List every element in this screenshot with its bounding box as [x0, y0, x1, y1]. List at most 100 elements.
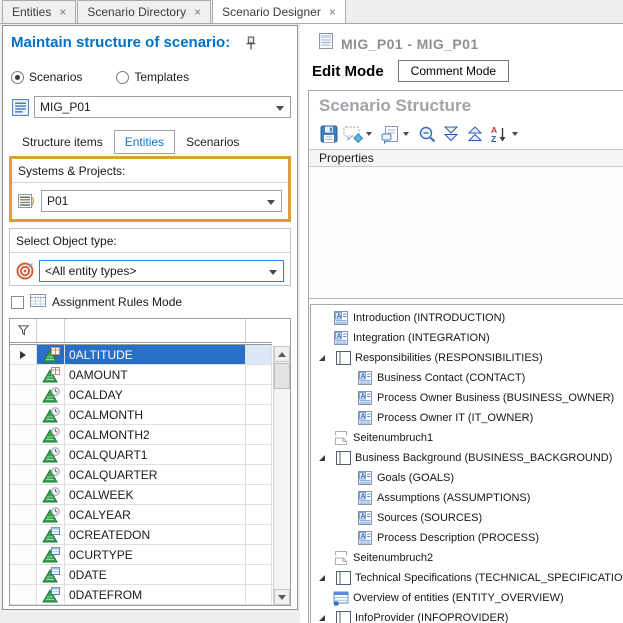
name-column-header[interactable] [65, 319, 246, 342]
left-tab[interactable]: Scenarios [175, 130, 250, 154]
entity-row[interactable]: 0DATE [10, 565, 272, 585]
entity-extra-cell [246, 345, 272, 365]
object-type-combo[interactable]: <All entity types> [39, 260, 284, 282]
entity-type-icon [42, 427, 59, 443]
entity-row[interactable]: 0CALYEAR [10, 505, 272, 525]
tree-item[interactable]: A [311, 568, 623, 588]
scenario-template-radios: Scenarios Templates [11, 70, 189, 84]
scenario-select-combo[interactable]: MIG_P01 [34, 96, 291, 118]
expand-arrow-icon[interactable] [319, 615, 325, 621]
chevron-down-icon[interactable] [276, 106, 284, 111]
expand-all-icon[interactable] [439, 122, 463, 146]
entity-extra-cell [246, 485, 272, 505]
entity-row[interactable]: 0CALMONTH [10, 405, 272, 425]
entity-grid: 0ALTITUDE [9, 318, 291, 606]
entity-row[interactable]: 0CALDAY [10, 385, 272, 405]
tree-item[interactable]: A [311, 328, 623, 348]
chevron-down-icon[interactable] [512, 132, 518, 136]
row-indicator-cell [10, 345, 37, 365]
tree-item[interactable]: A [311, 608, 623, 623]
tree-item[interactable]: A [311, 588, 623, 608]
tree-item[interactable]: A [311, 368, 623, 388]
comment-report-icon[interactable] [378, 122, 402, 146]
left-tab-label: Entities [125, 135, 164, 149]
icon-column-header[interactable] [37, 319, 65, 342]
system-select-combo[interactable]: P01 [41, 190, 282, 212]
scroll-up-button[interactable] [274, 346, 290, 362]
left-tab[interactable]: Entities [114, 130, 175, 154]
tree-item[interactable]: A [311, 408, 623, 428]
tree-item[interactable]: A [311, 488, 623, 508]
expand-arrow-icon[interactable] [319, 575, 325, 581]
left-tab[interactable]: Structure items [11, 130, 114, 154]
expand-arrow-icon[interactable] [319, 455, 325, 461]
entity-row[interactable]: 0CALQUART1 [10, 445, 272, 465]
document-tab[interactable]: Entities × [2, 0, 76, 23]
tree-item[interactable]: A [311, 508, 623, 528]
radio-dot[interactable] [11, 71, 24, 84]
expand-arrow-icon[interactable] [319, 355, 325, 361]
scroll-thumb[interactable] [274, 363, 290, 389]
entity-row[interactable]: 0DATEFROM [10, 585, 272, 605]
entity-row[interactable]: 0CALMONTH2 [10, 425, 272, 445]
zoom-icon[interactable] [415, 122, 439, 146]
entity-row[interactable]: 0CREATEDON [10, 525, 272, 545]
grid-scrollbar[interactable] [273, 346, 290, 605]
entity-type-cell [37, 365, 65, 385]
properties-header[interactable]: Properties [309, 149, 623, 167]
tree-item[interactable]: A [311, 528, 623, 548]
radio-dot[interactable] [116, 71, 129, 84]
filter-icon[interactable] [10, 319, 37, 342]
tab-close-icon[interactable]: × [59, 6, 66, 18]
save-icon[interactable] [317, 122, 341, 146]
tree-item[interactable]: A [311, 348, 623, 368]
entity-row[interactable]: 0ALTITUDE [10, 345, 272, 365]
svg-text:A: A [361, 533, 366, 540]
tree-item[interactable]: A [311, 388, 623, 408]
tree-item[interactable]: A [311, 548, 623, 568]
entity-row[interactable]: 0AMOUNT [10, 365, 272, 385]
tree-item[interactable]: A [311, 468, 623, 488]
chevron-down-icon[interactable] [366, 132, 372, 136]
entity-name-cell: 0CURTYPE [65, 545, 246, 565]
tab-close-icon[interactable]: × [329, 6, 336, 18]
scenario-combo-value: MIG_P01 [40, 100, 91, 114]
tree-item[interactable]: A [311, 308, 623, 328]
tab-close-icon[interactable]: × [194, 6, 201, 18]
entity-type-cell [37, 505, 65, 525]
assignment-rules-label: Assignment Rules Mode [52, 295, 182, 309]
entity-extra-cell [246, 545, 272, 565]
svg-text:Z: Z [491, 134, 496, 143]
scroll-down-button[interactable] [274, 589, 290, 605]
tree-item[interactable]: A [311, 428, 623, 448]
object-type-group: Select Object type: <All entity types> [9, 228, 291, 286]
radio-option[interactable]: Scenarios [11, 70, 82, 84]
radio-option[interactable]: Templates [116, 70, 189, 84]
tree-item-label: Process Owner IT (IT_OWNER) [377, 412, 533, 424]
collapse-all-icon[interactable] [463, 122, 487, 146]
entity-row[interactable]: 0CALWEEK [10, 485, 272, 505]
entity-type-cell [37, 525, 65, 545]
tree-item-icon: A [333, 311, 349, 325]
comment-mode-button[interactable]: Comment Mode [398, 60, 509, 82]
entity-row[interactable]: 0CALQUARTER [10, 465, 272, 485]
chevron-down-icon[interactable] [267, 200, 275, 205]
entity-row[interactable]: 0CURTYPE [10, 545, 272, 565]
add-comment-icon[interactable] [341, 122, 365, 146]
document-tab[interactable]: Scenario Directory × [77, 0, 211, 23]
assignment-rules-checkbox[interactable] [11, 296, 24, 309]
svg-text:A: A [337, 333, 342, 340]
sort-az-icon[interactable]: A Z [487, 122, 511, 146]
chevron-down-icon[interactable] [403, 132, 409, 136]
document-tab[interactable]: Scenario Designer × [212, 0, 346, 23]
tree-item-icon: A [335, 451, 351, 465]
chevron-down-icon[interactable] [269, 270, 277, 275]
row-indicator-cell [10, 365, 37, 385]
extra-column-header[interactable] [246, 319, 272, 342]
tree-item[interactable]: A [311, 448, 623, 468]
tree-item-label: Goals (GOALS) [377, 472, 454, 484]
pin-icon[interactable] [245, 36, 257, 51]
target-icon [14, 262, 36, 280]
entity-extra-cell [246, 585, 272, 605]
entity-extra-cell [246, 365, 272, 385]
